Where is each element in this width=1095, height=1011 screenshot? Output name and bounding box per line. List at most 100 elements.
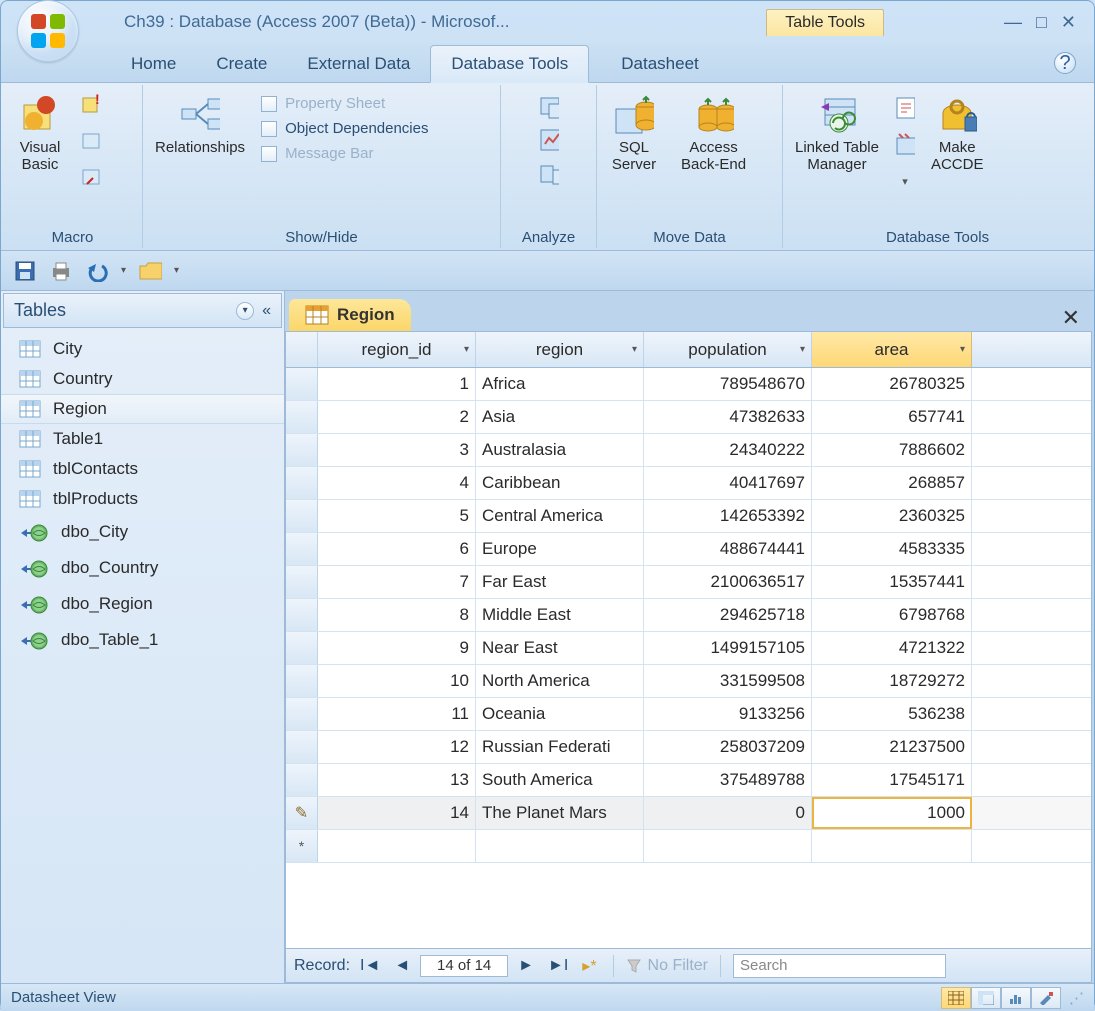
cell-area[interactable]: 26780325 [812, 368, 972, 400]
cell-region[interactable]: Europe [476, 533, 644, 565]
cell-area[interactable]: 17545171 [812, 764, 972, 796]
cell-region-id[interactable]: 13 [318, 764, 476, 796]
cell-population[interactable]: 375489788 [644, 764, 812, 796]
analyze-icon-1[interactable] [539, 97, 559, 117]
cell-region[interactable]: Middle East [476, 599, 644, 631]
table-row[interactable]: 9Near East14991571054721322 [286, 632, 1091, 665]
new-record-button[interactable]: ▸* [578, 956, 600, 976]
cell-region-id[interactable]: 2 [318, 401, 476, 433]
nav-linked-dbo_table_1[interactable]: dbo_Table_1 [1, 622, 284, 658]
undo-dropdown[interactable]: ▾ [121, 265, 126, 276]
row-selector[interactable] [286, 599, 318, 631]
table-row[interactable]: 2Asia47382633657741 [286, 401, 1091, 434]
cell-region-id[interactable]: 11 [318, 698, 476, 730]
column-header-region[interactable]: region▾ [476, 332, 644, 367]
row-selector-new[interactable]: * [286, 830, 318, 862]
cell-region[interactable]: South America [476, 764, 644, 796]
cell-area[interactable]: 536238 [812, 698, 972, 730]
cell-population[interactable]: 40417697 [644, 467, 812, 499]
cell-region[interactable]: Caribbean [476, 467, 644, 499]
table-row[interactable]: 10North America33159950818729272 [286, 665, 1091, 698]
nav-table-tblcontacts[interactable]: tblContacts [1, 454, 284, 484]
chevron-down-icon[interactable]: ▾ [960, 344, 965, 355]
cell-area[interactable]: 6798768 [812, 599, 972, 631]
nav-table-region[interactable]: Region [1, 394, 284, 424]
cell-population[interactable]: 1499157105 [644, 632, 812, 664]
chevron-down-icon[interactable]: ▾ [464, 344, 469, 355]
tab-external-data[interactable]: External Data [287, 46, 430, 82]
dbtool-icon-3[interactable]: ▾ [895, 171, 915, 191]
tab-home[interactable]: Home [111, 46, 196, 82]
row-selector[interactable] [286, 665, 318, 697]
cell-area[interactable]: 21237500 [812, 731, 972, 763]
cell-population[interactable]: 331599508 [644, 665, 812, 697]
qat-customize[interactable]: ▾ [174, 265, 179, 276]
cell-area[interactable]: 657741 [812, 401, 972, 433]
cell-region-id[interactable]: 7 [318, 566, 476, 598]
cell-region[interactable]: Australasia [476, 434, 644, 466]
chevron-down-icon[interactable]: ▾ [632, 344, 637, 355]
visual-basic-button[interactable]: Visual Basic [9, 89, 71, 180]
cell-region-id[interactable]: 4 [318, 467, 476, 499]
cell-area[interactable]: 4583335 [812, 533, 972, 565]
column-header-population[interactable]: population▾ [644, 332, 812, 367]
cell-region[interactable]: Far East [476, 566, 644, 598]
folder-button[interactable] [138, 259, 162, 283]
cell-population[interactable]: 294625718 [644, 599, 812, 631]
cell-population[interactable]: 142653392 [644, 500, 812, 532]
cell-region-id[interactable]: 3 [318, 434, 476, 466]
save-button[interactable] [13, 259, 37, 283]
prev-record-button[interactable]: ◄ [390, 957, 414, 975]
cell-population[interactable]: 789548670 [644, 368, 812, 400]
close-tab-button[interactable]: ✕ [1062, 305, 1080, 331]
undo-button[interactable] [85, 259, 109, 283]
cell-region-id[interactable]: 14 [318, 797, 476, 829]
cell-area[interactable]: 268857 [812, 467, 972, 499]
access-backend-button[interactable]: Access Back-End [675, 89, 752, 180]
row-selector[interactable] [286, 566, 318, 598]
cell-region-id[interactable]: 5 [318, 500, 476, 532]
row-selector[interactable] [286, 698, 318, 730]
cell-population[interactable]: 488674441 [644, 533, 812, 565]
table-row[interactable]: 5Central America1426533922360325 [286, 500, 1091, 533]
property-sheet-toggle[interactable]: Property Sheet [261, 95, 428, 112]
cell-region[interactable]: Asia [476, 401, 644, 433]
row-selector[interactable] [286, 731, 318, 763]
macro-icon-2[interactable] [81, 131, 101, 151]
tab-datasheet[interactable]: Datasheet [601, 46, 719, 82]
row-selector[interactable] [286, 401, 318, 433]
chevron-down-icon[interactable]: ▾ [800, 344, 805, 355]
column-header-region-id[interactable]: region_id▾ [318, 332, 476, 367]
relationships-button[interactable]: Relationships [149, 89, 251, 162]
minimize-button[interactable]: — [1004, 12, 1022, 33]
view-pivottable-button[interactable] [971, 987, 1001, 1009]
cell-region[interactable]: Africa [476, 368, 644, 400]
view-datasheet-button[interactable] [941, 987, 971, 1009]
row-selector[interactable] [286, 533, 318, 565]
row-selector[interactable]: ✎ [286, 797, 318, 829]
cell-region[interactable]: The Planet Mars [476, 797, 644, 829]
view-design-button[interactable] [1031, 987, 1061, 1009]
run-macro-icon[interactable]: ! [81, 95, 101, 115]
office-button[interactable] [17, 0, 79, 62]
table-row[interactable]: 3Australasia243402227886602 [286, 434, 1091, 467]
cell-population[interactable]: 2100636517 [644, 566, 812, 598]
nav-header[interactable]: Tables ▾ « [3, 293, 282, 328]
nav-linked-dbo_region[interactable]: dbo_Region [1, 586, 284, 622]
cell-region[interactable]: North America [476, 665, 644, 697]
make-accde-button[interactable]: Make ACCDE [925, 89, 990, 180]
dbtool-icon-1[interactable] [895, 99, 915, 119]
cell-region[interactable]: Russian Federati [476, 731, 644, 763]
print-button[interactable] [49, 259, 73, 283]
select-all-button[interactable] [286, 332, 318, 367]
sql-server-button[interactable]: SQL Server [603, 89, 665, 180]
nav-table-city[interactable]: City [1, 334, 284, 364]
record-position-input[interactable] [420, 955, 508, 977]
cell-region-id[interactable]: 6 [318, 533, 476, 565]
cell-population[interactable]: 47382633 [644, 401, 812, 433]
cell-region[interactable]: Near East [476, 632, 644, 664]
linked-table-manager-button[interactable]: Linked Table Manager [789, 89, 885, 180]
nav-dropdown-icon[interactable]: ▾ [236, 302, 254, 320]
next-record-button[interactable]: ► [514, 957, 538, 975]
cell-population[interactable]: 9133256 [644, 698, 812, 730]
